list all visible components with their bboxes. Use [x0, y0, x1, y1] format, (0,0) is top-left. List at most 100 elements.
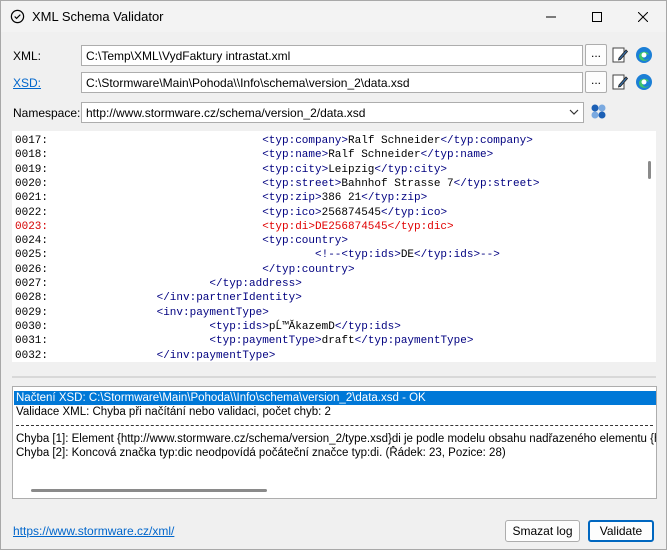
- xml-tag: <inv:paymentType>: [156, 306, 269, 319]
- namespace-select[interactable]: http://www.stormware.cz/schema/version_2…: [81, 102, 584, 123]
- line-content: <typ:paymentType>draft</typ:paymentType>: [209, 334, 473, 348]
- xml-tag: <!--<typ:ids>: [315, 249, 401, 262]
- xml-tag: <typ:ico>: [262, 206, 322, 219]
- log-separator: [16, 425, 653, 426]
- element-text: Leipzig: [328, 163, 375, 176]
- code-line: 0029: <inv:paymentType>: [15, 306, 635, 320]
- code-line: 0032: </inv:paymentType>: [15, 349, 635, 363]
- xml-tag: <typ:di>: [262, 220, 315, 233]
- line-content: <typ:zip>386 21</typ:zip>: [262, 191, 427, 205]
- line-content: <typ:street>Bahnhof Strasse 7</typ:stree…: [262, 177, 539, 191]
- code-line: 0020: <typ:street>Bahnhof Strasse 7</typ:…: [15, 177, 635, 191]
- code-line: 0021: <typ:zip>386 21</typ:zip>: [15, 191, 635, 205]
- xml-browse-button[interactable]: ...: [585, 44, 607, 66]
- element-text: draft: [321, 335, 355, 348]
- line-number: 0032:: [15, 349, 49, 362]
- code-line: 0022: <typ:ico>256874545</typ:ico>: [15, 206, 635, 220]
- line-content: <typ:city>Leipzig</typ:city>: [262, 163, 447, 177]
- xml-tag: </inv:partnerIdentity>: [156, 292, 302, 305]
- xml-tag: </typ:city>: [374, 163, 448, 176]
- stormware-xml-link[interactable]: https://www.stormware.cz/xml/: [13, 524, 174, 538]
- xml-path-input[interactable]: C:\Temp\XML\VydFaktury intrastat.xml: [81, 45, 583, 66]
- line-content: <typ:company>Ralf Schneider</typ:company…: [262, 134, 533, 148]
- xml-tag: </inv:paymentType>: [156, 349, 276, 362]
- xml-tag: </typ:zip>: [361, 192, 428, 205]
- code-line: 0030: <typ:ids>pĹ™ĂkazemD</typ:ids>: [15, 320, 635, 334]
- close-button[interactable]: [620, 1, 666, 32]
- clear-log-button[interactable]: Smazat log: [505, 520, 580, 542]
- code-line: 0018: <typ:name>Ralf Schneider</typ:name>: [15, 148, 635, 162]
- xml-tag: </typ:ico>: [381, 206, 448, 219]
- element-text: DE256874545: [315, 220, 388, 233]
- edit-document-icon: [612, 47, 629, 63]
- xml-tag: </typ:dic>: [387, 220, 454, 233]
- element-text: DE: [400, 249, 415, 262]
- namespace-value: http://www.stormware.cz/schema/version_2…: [86, 106, 366, 120]
- xml-label: XML:: [13, 49, 42, 63]
- log-line-validation[interactable]: Validace XML: Chyba při načítání nebo va…: [16, 405, 656, 419]
- xsd-browse-button[interactable]: ...: [585, 71, 607, 93]
- line-number: 0026:: [15, 263, 49, 276]
- element-text: 386 21: [321, 192, 362, 205]
- xml-tag: </typ:name>: [420, 149, 494, 162]
- namespace-tool-button[interactable]: [588, 101, 610, 123]
- xml-tag: <typ:company>: [262, 135, 349, 147]
- element-text: pĹ™ĂkazemD: [268, 320, 335, 333]
- xml-tag: <typ:name>: [262, 149, 329, 162]
- minimize-button[interactable]: [528, 1, 574, 32]
- xml-tag: </typ:company>: [440, 135, 533, 147]
- xml-tag: <typ:paymentType>: [209, 335, 322, 348]
- code-line: 0031: <typ:paymentType>draft</typ:payment…: [15, 334, 635, 348]
- line-number: 0027:: [15, 278, 49, 290]
- window-title: XML Schema Validator: [32, 9, 164, 24]
- xml-edit-button[interactable]: [609, 44, 631, 66]
- xsd-link-label[interactable]: XSD:: [13, 76, 41, 90]
- element-text: Ralf Schneider: [348, 135, 441, 147]
- line-content: </inv:paymentType>: [157, 349, 276, 363]
- log-line-error-1[interactable]: Chyba [1]: Element {http://www.stormware…: [16, 432, 656, 446]
- minimize-icon: [546, 16, 556, 17]
- line-number: 0020:: [15, 177, 49, 190]
- xml-tag: </typ:ids>: [334, 320, 401, 333]
- log-panel[interactable]: Načtení XSD: C:\Stormware\Main\Pohoda\\I…: [12, 386, 657, 499]
- log-scrollbar-thumb[interactable]: [31, 489, 267, 492]
- edge-browser-icon: [636, 74, 652, 90]
- xml-editor[interactable]: 0017: <typ:company>Ralf Schneider</typ:co…: [12, 131, 656, 362]
- log-line-xsd-ok[interactable]: Načtení XSD: C:\Stormware\Main\Pohoda\\I…: [14, 391, 656, 405]
- line-number: 0028:: [15, 292, 49, 305]
- xsd-open-browser-button[interactable]: [633, 71, 655, 93]
- code-line: 0025: <!--<typ:ids>DE</typ:ids>-->: [15, 248, 635, 262]
- maximize-button[interactable]: [574, 1, 620, 32]
- line-content: <inv:paymentType>: [157, 306, 269, 320]
- line-number: 0031:: [15, 335, 49, 348]
- xml-open-browser-button[interactable]: [633, 44, 655, 66]
- line-number: 0024:: [15, 235, 49, 248]
- line-content: <typ:country>: [262, 234, 348, 248]
- line-content: <typ:ids>pĹ™ĂkazemD</typ:ids>: [209, 320, 400, 334]
- code-line: 0028: </inv:partnerIdentity>: [15, 291, 635, 305]
- maximize-icon: [592, 11, 602, 22]
- line-number: 0023:: [15, 220, 49, 233]
- line-number: 0017:: [15, 135, 49, 147]
- xsd-edit-button[interactable]: [609, 71, 631, 93]
- code-line: 0024: <typ:country>: [15, 234, 635, 248]
- namespace-tool-icon: [591, 104, 606, 119]
- log-line-error-2[interactable]: Chyba [2]: Koncová značka typ:dic neodpo…: [16, 446, 656, 460]
- editor-scrollbar-thumb[interactable]: [648, 161, 651, 179]
- element-text: Bahnhof Strasse 7: [341, 177, 454, 190]
- line-content: </typ:country>: [262, 263, 354, 277]
- element-text: 256874545: [321, 206, 382, 219]
- close-icon: [638, 11, 648, 22]
- xml-tag: </typ:country>: [262, 263, 355, 276]
- line-number: 0029:: [15, 306, 49, 319]
- panel-splitter[interactable]: [12, 376, 656, 378]
- edge-browser-icon: [636, 47, 652, 63]
- xml-tag: </typ:ids>-->: [414, 249, 500, 262]
- xml-tag: </typ:address>: [209, 278, 302, 290]
- xml-tag: </typ:street>: [453, 177, 540, 190]
- line-content: <!--<typ:ids>DE</typ:ids>-->: [315, 248, 500, 262]
- chevron-down-icon: [569, 109, 579, 115]
- xml-tag: <typ:street>: [262, 177, 342, 190]
- validate-button[interactable]: Validate: [588, 520, 654, 542]
- xsd-path-input[interactable]: C:\Stormware\Main\Pohoda\\Info\schema\ve…: [81, 72, 583, 93]
